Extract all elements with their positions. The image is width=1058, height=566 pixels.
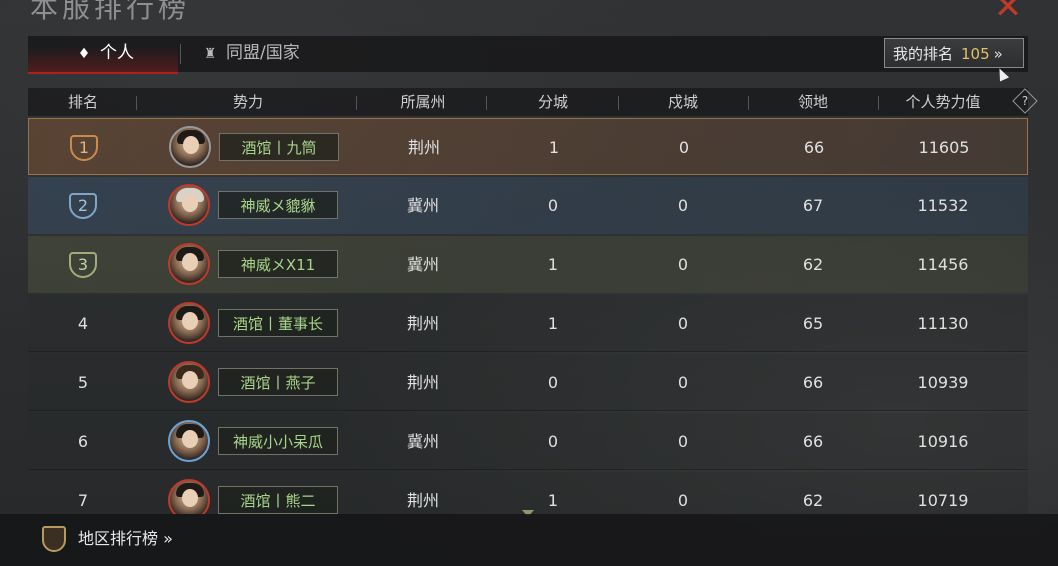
garrison-city-cell: 0 [677, 255, 689, 274]
header-divider [356, 96, 357, 110]
rank-1-badge-icon: 1 [67, 133, 101, 163]
header-power: 个人势力值 [905, 93, 981, 111]
header-divider [486, 96, 487, 110]
avatar[interactable] [168, 361, 210, 403]
branch-city-cell: 1 [547, 491, 559, 510]
tab-alliance[interactable]: ♜ 同盟/国家 [196, 36, 356, 72]
territory-cell: 66 [802, 432, 824, 451]
power-cell: 11456 [917, 255, 969, 274]
rank-2-badge-icon: 2 [66, 191, 100, 221]
header-divider [878, 96, 879, 110]
player-name[interactable]: 酒馆丨熊二 [218, 486, 338, 514]
garrison-city-cell: 0 [677, 314, 689, 333]
table-row[interactable]: 6 神威小小呆瓜 冀州 0 0 66 10916 [28, 413, 1028, 470]
territory-cell: 62 [802, 491, 824, 510]
footer-bar: 地区排行榜 » [0, 514, 1058, 566]
close-icon[interactable]: ✕ [992, 0, 1024, 24]
region-emblem-icon [42, 526, 66, 552]
header-divider [136, 96, 137, 110]
state-cell: 荆州 [406, 314, 439, 333]
header-rank: 排名 [67, 93, 98, 111]
garrison-city-cell: 0 [677, 432, 689, 451]
rank-3-badge-icon: 3 [66, 250, 100, 280]
power-cell: 11605 [918, 138, 970, 157]
garrison-city-cell: 0 [677, 373, 689, 392]
person-crest-icon: ♦ [77, 46, 91, 62]
tab-alliance-label: 同盟/国家 [226, 43, 300, 63]
header-branch-city: 分城 [537, 93, 568, 111]
territory-cell: 66 [803, 138, 825, 157]
rank-cell: 6 [77, 432, 89, 451]
player-name[interactable]: 酒馆丨燕子 [218, 368, 338, 396]
window-title: 本服排行榜 [30, 0, 191, 24]
state-cell: 冀州 [406, 255, 439, 274]
avatar[interactable] [168, 302, 210, 344]
player-name[interactable]: 神威メX11 [218, 250, 338, 278]
region-ranking-link[interactable]: 地区排行榜 » [78, 514, 173, 566]
rank-cell: 5 [77, 373, 89, 392]
tab-divider [180, 44, 181, 64]
table-row[interactable]: 3 神威メX11 冀州 1 0 62 11456 [28, 236, 1028, 293]
player-name[interactable]: 神威メ貔貅 [218, 191, 338, 219]
avatar[interactable] [169, 126, 211, 168]
header-divider [618, 96, 619, 110]
table-row[interactable]: 5 酒馆丨燕子 荆州 0 0 66 10939 [28, 354, 1028, 411]
table-row[interactable]: 2 神威メ貔貅 冀州 0 0 67 11532 [28, 177, 1028, 234]
state-cell: 荆州 [406, 491, 439, 510]
avatar[interactable] [168, 479, 210, 514]
player-name[interactable]: 神威小小呆瓜 [218, 427, 338, 455]
header-state: 所属州 [400, 93, 446, 111]
branch-city-cell: 0 [547, 196, 559, 215]
header-territory: 领地 [797, 93, 828, 111]
state-cell: 荆州 [407, 138, 440, 157]
rank-cell: 7 [77, 491, 89, 510]
my-rank-label: 我的排名 [893, 45, 954, 63]
avatar[interactable] [168, 243, 210, 285]
branch-city-cell: 0 [547, 432, 559, 451]
branch-city-cell: 0 [547, 373, 559, 392]
territory-cell: 67 [802, 196, 824, 215]
header-faction: 势力 [232, 93, 263, 111]
garrison-city-cell: 0 [678, 138, 690, 157]
table-row[interactable]: 7 酒馆丨熊二 荆州 1 0 62 10719 [28, 472, 1028, 514]
branch-city-cell: 1 [547, 255, 559, 274]
state-cell: 冀州 [406, 432, 439, 451]
tab-bar: ♦ 个人 ♜ 同盟/国家 [28, 36, 1028, 74]
power-cell: 10939 [917, 373, 969, 392]
power-cell: 11130 [917, 314, 969, 333]
my-rank-button[interactable]: 我的排名 105» [884, 38, 1024, 68]
avatar[interactable] [168, 420, 210, 462]
header-garrison-city: 戍城 [667, 93, 698, 111]
branch-city-cell: 1 [548, 138, 560, 157]
avatar[interactable] [168, 184, 210, 226]
tab-personal-label: 个人 [100, 43, 134, 63]
header-divider [748, 96, 749, 110]
power-cell: 10719 [917, 491, 969, 510]
rank-cell: 4 [77, 314, 89, 333]
player-name[interactable]: 酒馆丨九筒 [219, 133, 339, 161]
territory-cell: 65 [802, 314, 824, 333]
branch-city-cell: 1 [547, 314, 559, 333]
table-header: 排名 势力 所属州 分城 戍城 领地 个人势力值 ? [28, 88, 1038, 116]
state-cell: 冀州 [406, 196, 439, 215]
garrison-city-cell: 0 [677, 196, 689, 215]
ranking-list: 1 酒馆丨九筒 荆州 1 0 66 11605 2 神威メ貔貅 冀州 0 0 6… [28, 118, 1028, 514]
player-name[interactable]: 酒馆丨董事长 [218, 309, 338, 337]
power-cell: 11532 [917, 196, 969, 215]
chevron-right-icon: » [993, 45, 1003, 63]
tab-personal[interactable]: ♦ 个人 [28, 36, 178, 74]
state-cell: 荆州 [406, 373, 439, 392]
table-row[interactable]: 1 酒馆丨九筒 荆州 1 0 66 11605 [28, 118, 1028, 175]
territory-cell: 62 [802, 255, 824, 274]
garrison-city-cell: 0 [677, 491, 689, 510]
alliance-crest-icon: ♜ [203, 46, 217, 62]
power-cell: 10916 [917, 432, 969, 451]
my-rank-value: 105 [961, 45, 990, 63]
table-row[interactable]: 4 酒馆丨董事长 荆州 1 0 65 11130 [28, 295, 1028, 352]
territory-cell: 66 [802, 373, 824, 392]
